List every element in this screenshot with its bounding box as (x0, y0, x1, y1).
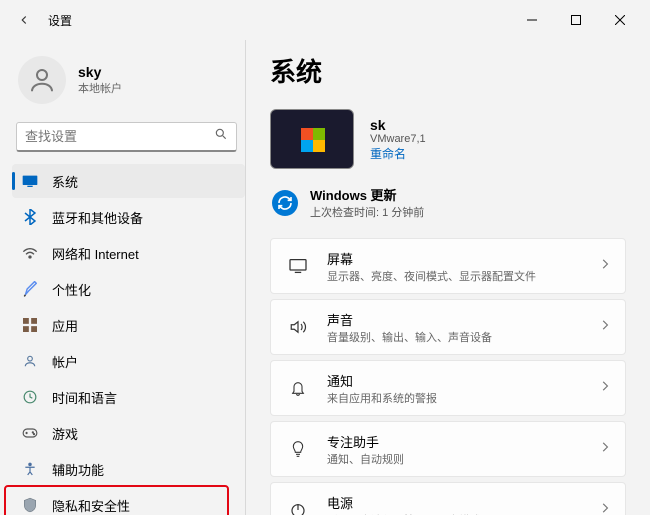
nav-item-account[interactable]: 帐户 (12, 344, 245, 378)
card-title: 声音 (327, 310, 601, 329)
rename-link[interactable]: 重命名 (370, 145, 426, 162)
nav-item-personalize[interactable]: 个性化 (12, 272, 245, 306)
focus-icon (287, 440, 309, 458)
nav-label: 辅助功能 (52, 460, 104, 479)
device-thumbnail (270, 109, 354, 169)
display-icon (287, 258, 309, 274)
card-subtitle: 来自应用和系统的警报 (327, 390, 601, 406)
search-input[interactable] (25, 129, 214, 144)
nav-item-time[interactable]: 时间和语言 (12, 380, 245, 414)
settings-cards: 屏幕显示器、亮度、夜间模式、显示器配置文件声音音量级别、输出、输入、声音设备通知… (270, 238, 626, 515)
card-title: 屏幕 (327, 249, 601, 268)
nav-item-apps[interactable]: 应用 (12, 308, 245, 342)
bluetooth-icon (22, 209, 38, 225)
update-subtitle: 上次检查时间: 1 分钟前 (310, 204, 424, 220)
window-title: 设置 (48, 12, 72, 29)
time-icon (22, 389, 38, 405)
update-icon (272, 190, 298, 216)
window-controls (510, 4, 642, 36)
card-display[interactable]: 屏幕显示器、亮度、夜间模式、显示器配置文件 (270, 238, 626, 294)
close-button[interactable] (598, 4, 642, 36)
card-focus[interactable]: 专注助手通知、自动规则 (270, 421, 626, 477)
chevron-right-icon (601, 379, 609, 397)
card-notify[interactable]: 通知来自应用和系统的警报 (270, 360, 626, 416)
nav-label: 系统 (52, 172, 78, 191)
card-power[interactable]: 电源睡眠、电池使用情况、节电模式 (270, 482, 626, 515)
minimize-button[interactable] (510, 4, 554, 36)
card-sound[interactable]: 声音音量级别、输出、输入、声音设备 (270, 299, 626, 355)
accessibility-icon (22, 461, 38, 477)
back-button[interactable] (8, 4, 40, 36)
card-subtitle: 通知、自动规则 (327, 451, 601, 467)
gaming-icon (22, 425, 38, 441)
card-title: 通知 (327, 371, 601, 390)
nav-label: 应用 (52, 316, 78, 335)
nav-list: 系统蓝牙和其他设备网络和 Internet 个性化应用帐户时间和语言游戏辅助功能隐… (12, 164, 245, 515)
nav-item-privacy[interactable]: 隐私和安全性 (12, 488, 245, 515)
nav-item-system[interactable]: 系统 (12, 164, 245, 198)
power-icon (287, 502, 309, 515)
chevron-right-icon (601, 501, 609, 515)
nav-item-bluetooth[interactable]: 蓝牙和其他设备 (12, 200, 245, 234)
nav-label: 时间和语言 (52, 388, 117, 407)
page-title: 系统 (270, 52, 626, 89)
device-row: sk VMware7,1 重命名 (270, 109, 626, 169)
user-subtitle: 本地帐户 (78, 80, 122, 96)
search-box[interactable] (16, 122, 237, 152)
content: 系统 sk VMware7,1 重命名 Windows 更新 上次检查时间: 1… (245, 40, 650, 515)
nav-label: 蓝牙和其他设备 (52, 208, 143, 227)
sound-icon (287, 319, 309, 335)
sidebar: sky 本地帐户 系统蓝牙和其他设备网络和 Internet 个性化应用帐户时间和… (0, 40, 245, 515)
user-block[interactable]: sky 本地帐户 (12, 48, 245, 122)
chevron-right-icon (601, 318, 609, 336)
nav-item-accessibility[interactable]: 辅助功能 (12, 452, 245, 486)
device-name: sk (370, 117, 426, 133)
privacy-icon (22, 497, 38, 513)
nav-label: 帐户 (52, 352, 78, 371)
update-title: Windows 更新 (310, 185, 424, 204)
card-title: 专注助手 (327, 432, 601, 451)
chevron-right-icon (601, 257, 609, 275)
personalize-icon (22, 281, 38, 297)
chevron-right-icon (601, 440, 609, 458)
search-icon (214, 127, 228, 146)
nav-item-network[interactable]: 网络和 Internet (12, 236, 245, 270)
card-subtitle: 音量级别、输出、输入、声音设备 (327, 329, 601, 345)
apps-icon (22, 317, 38, 333)
device-model: VMware7,1 (370, 133, 426, 145)
titlebar: 设置 (0, 0, 650, 40)
card-subtitle: 显示器、亮度、夜间模式、显示器配置文件 (327, 268, 601, 284)
notify-icon (287, 379, 309, 397)
nav-label: 个性化 (52, 280, 91, 299)
nav-label: 隐私和安全性 (52, 496, 130, 515)
account-icon (22, 353, 38, 369)
system-icon (22, 173, 38, 189)
nav-item-gaming[interactable]: 游戏 (12, 416, 245, 450)
network-icon (22, 245, 38, 261)
user-name: sky (78, 64, 122, 80)
avatar (18, 56, 66, 104)
maximize-button[interactable] (554, 4, 598, 36)
card-subtitle: 睡眠、电池使用情况、节电模式 (327, 512, 601, 515)
update-row[interactable]: Windows 更新 上次检查时间: 1 分钟前 (270, 185, 626, 220)
nav-label: 网络和 Internet (52, 244, 139, 263)
nav-label: 游戏 (52, 424, 78, 443)
card-title: 电源 (327, 493, 601, 512)
